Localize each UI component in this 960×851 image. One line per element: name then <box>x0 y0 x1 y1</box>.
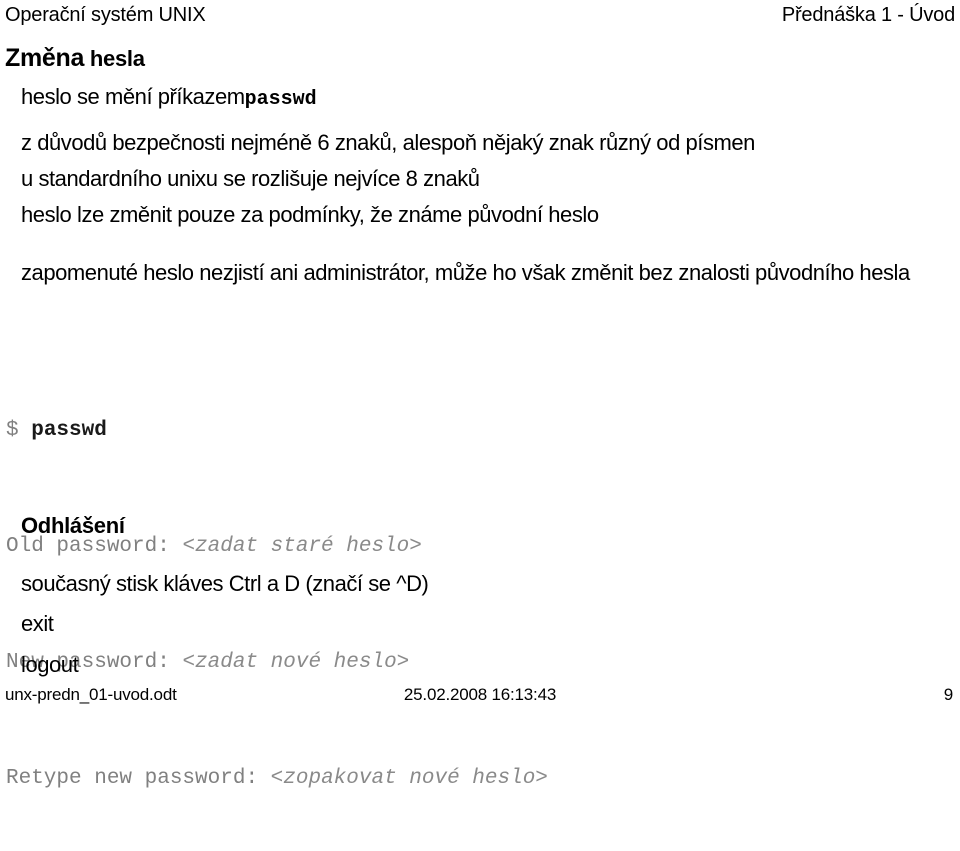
terminal-placeholder: <zopakovat nové heslo> <box>270 767 548 790</box>
bullet-logout-logout: logout <box>21 652 79 677</box>
slide-header: Operační systém UNIX Přednáška 1 - Úvod <box>0 2 960 30</box>
terminal-line: New password: <zadat nové heslo> <box>6 648 548 677</box>
bullet-password-security-rules: z důvodů bezpečnosti nejméně 6 znaků, al… <box>21 130 755 155</box>
bullet-text: heslo se mění příkazem <box>21 84 245 109</box>
terminal-prompt: $ <box>6 419 32 442</box>
terminal-placeholder: <zadat staré heslo> <box>182 535 422 558</box>
inline-code-passwd: passwd <box>244 88 317 111</box>
footer-page-number: 9 <box>943 685 953 704</box>
slide-footer: unx-predn_01-uvod.odt 25.02.2008 16:13:4… <box>0 684 960 708</box>
footer-timestamp: 25.02.2008 16:13:43 <box>403 685 557 704</box>
bullet-logout-exit: exit <box>21 611 54 636</box>
terminal-line: Retype new password: <zopakovat nové hes… <box>6 764 548 793</box>
bullet-password-length-limit: u standardního unixu se rozlišuje nejvíc… <box>21 166 480 191</box>
terminal-placeholder: <zadat nové heslo> <box>182 651 410 674</box>
terminal-example: $ passwd Old password: <zadat staré hesl… <box>6 358 548 851</box>
bullet-password-command: heslo se mění příkazempasswd <box>21 83 317 114</box>
section-heading-logout: Odhlášení <box>21 513 125 538</box>
terminal-prompt: Retype new password: <box>6 767 271 790</box>
terminal-command: passwd <box>31 419 107 442</box>
bullet-logout-ctrl-d: současný stisk kláves Ctrl a D (značí se… <box>21 571 429 596</box>
terminal-line: $ passwd <box>6 416 548 445</box>
header-course-title: Operační systém UNIX <box>5 4 206 26</box>
heading-word-primary: Změna <box>5 44 85 72</box>
slide: Operační systém UNIX Přednáška 1 - Úvod … <box>0 0 960 790</box>
bullet-forgotten-password: zapomenuté heslo nezjistí ani administrá… <box>21 260 910 285</box>
heading-word-secondary: hesla <box>89 46 145 71</box>
bullet-password-change-condition: heslo lze změnit pouze za podmínky, že z… <box>21 202 599 227</box>
header-lecture-title: Přednáška 1 - Úvod <box>781 4 955 26</box>
section-heading-password-change: Změna hesla <box>5 44 145 73</box>
